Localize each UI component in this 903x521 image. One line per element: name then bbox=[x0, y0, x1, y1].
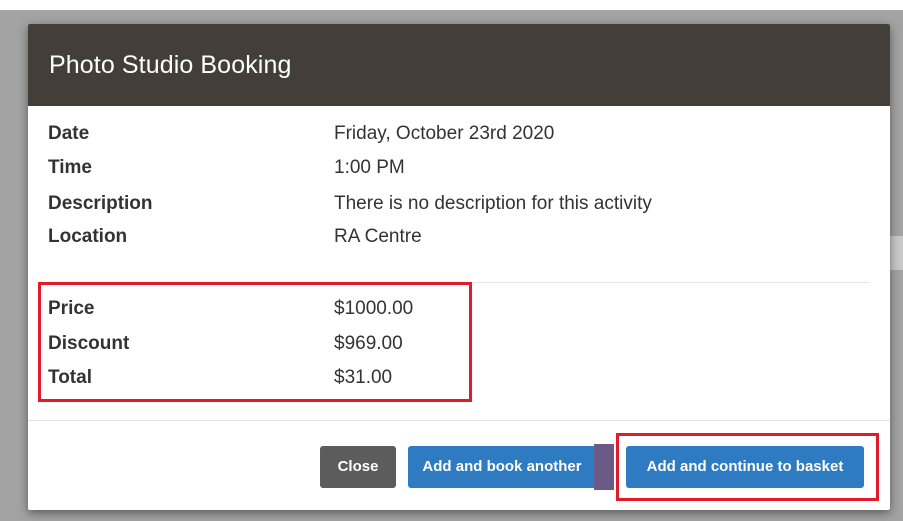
pricing-highlight-box bbox=[38, 282, 472, 402]
detail-label-date: Date bbox=[48, 123, 90, 144]
close-button[interactable]: Close bbox=[320, 446, 396, 488]
detail-value-time: 1:00 PM bbox=[334, 157, 405, 178]
detail-label-time: Time bbox=[48, 157, 93, 178]
detail-value-date: Friday, October 23rd 2020 bbox=[334, 123, 555, 144]
continue-button-highlight-box bbox=[616, 433, 879, 501]
detail-value-description: There is no description for this activit… bbox=[334, 193, 652, 214]
detail-label-location: Location bbox=[48, 226, 128, 247]
button-separator-accent bbox=[594, 444, 614, 490]
add-and-book-another-button[interactable]: Add and book another bbox=[408, 446, 596, 488]
detail-label-description: Description bbox=[48, 193, 153, 214]
backdrop-page-peek bbox=[889, 236, 903, 270]
modal-header: Photo Studio Booking bbox=[28, 24, 890, 106]
modal-title: Photo Studio Booking bbox=[49, 51, 292, 79]
footer-divider bbox=[28, 420, 890, 421]
detail-value-location: RA Centre bbox=[334, 226, 422, 247]
booking-modal: Photo Studio Booking Date Friday, Octobe… bbox=[28, 24, 890, 510]
backdrop-top-strip bbox=[0, 0, 903, 10]
